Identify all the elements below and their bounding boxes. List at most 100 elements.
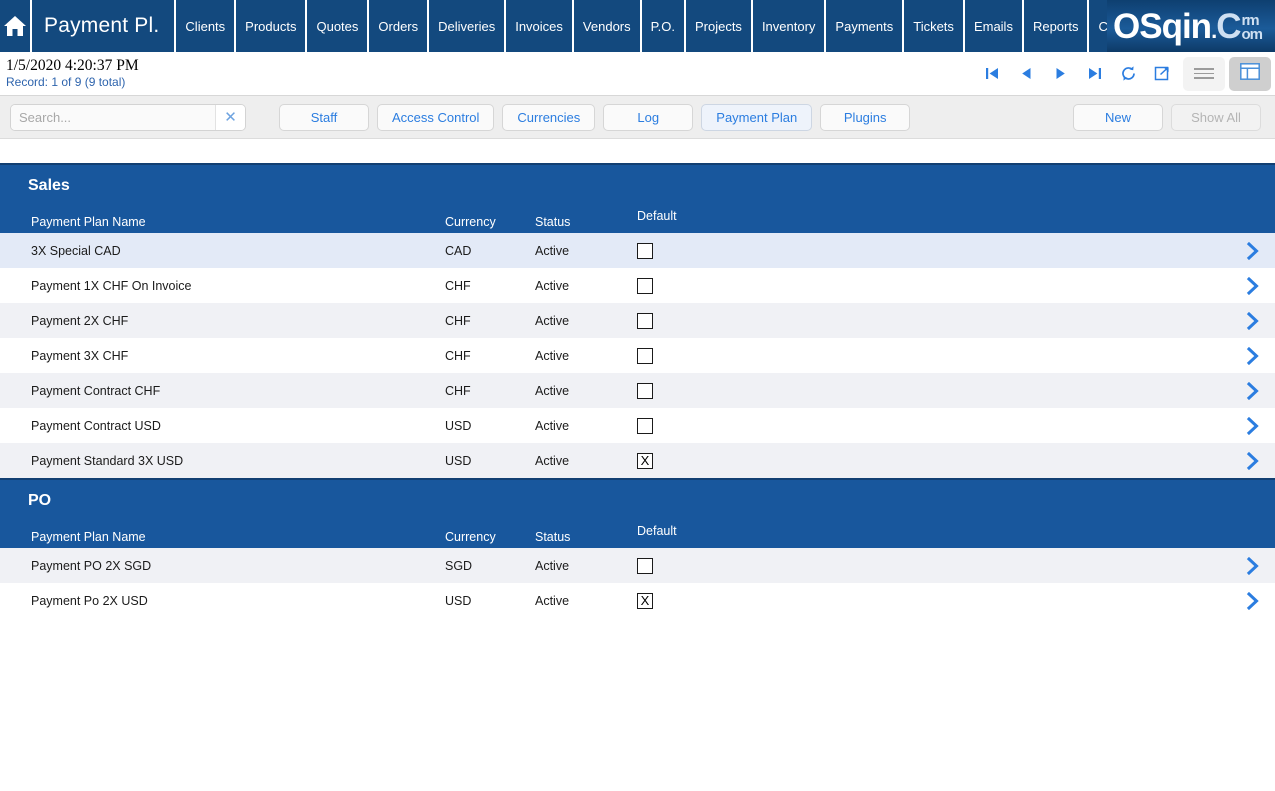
previous-record-icon[interactable] (1009, 57, 1043, 91)
cell-status: Active (535, 558, 570, 573)
last-record-icon[interactable] (1077, 57, 1111, 91)
column-header-name: Payment Plan Name (31, 215, 146, 229)
clear-search-icon[interactable]: ✕ (215, 104, 245, 130)
table-row[interactable]: Payment PO 2X SGD SGD Active (0, 548, 1275, 583)
chevron-right-icon[interactable] (1231, 346, 1275, 365)
cell-currency: CHF (445, 313, 471, 328)
grid-group: Sales Payment Plan Name Currency Status Defa… (0, 163, 1275, 478)
cell-currency: CHF (445, 383, 471, 398)
table-row[interactable]: Payment Contract USD USD Active (0, 408, 1275, 443)
cell-currency: SGD (445, 558, 473, 573)
default-checkbox[interactable] (637, 312, 653, 329)
toolbar-button-staff[interactable]: Staff (279, 103, 369, 131)
default-checkbox[interactable] (637, 347, 653, 364)
logo-part1: OSqin (1113, 6, 1212, 46)
record-navigation (975, 56, 1271, 91)
default-checkbox[interactable] (637, 557, 653, 574)
cell-currency: CHF (445, 278, 471, 293)
open-external-icon[interactable] (1145, 57, 1179, 91)
nav-tab-payments[interactable]: Payments (824, 0, 902, 52)
nav-tab-list: Clients Products Quotes Orders Deliveries Inv… (174, 0, 1228, 52)
group-header: Sales Payment Plan Name Currency Status Defa… (0, 163, 1275, 233)
home-icon (3, 15, 27, 37)
table-row[interactable]: 3X Special CAD CAD Active (0, 233, 1275, 268)
nav-tab-p-o[interactable]: P.O. (639, 0, 684, 52)
search-box[interactable]: ✕ (10, 103, 246, 131)
list-view-icon (1194, 65, 1214, 82)
next-record-icon[interactable] (1043, 57, 1077, 91)
cell-status: Active (535, 418, 570, 433)
table-row[interactable]: Payment Po 2X USD USD Active X (0, 583, 1275, 618)
toolbar-button-log[interactable]: Log (603, 103, 694, 131)
chevron-right-icon[interactable] (1231, 416, 1275, 435)
nav-tab-deliveries[interactable]: Deliveries (427, 0, 504, 52)
table-row[interactable]: Payment 2X CHF CHF Active (0, 303, 1275, 338)
cell-plan-name: Payment Standard 3X USD (31, 453, 184, 468)
logo-text: OSqin.C rm om (1113, 6, 1263, 46)
cell-status: Active (535, 278, 570, 293)
nav-tab-emails[interactable]: Emails (962, 0, 1022, 52)
chevron-right-icon[interactable] (1231, 381, 1275, 400)
default-checkbox[interactable]: X (637, 592, 653, 609)
toolbar-button-new[interactable]: New (1073, 103, 1163, 131)
chevron-right-icon[interactable] (1231, 556, 1275, 575)
column-header-status: Status (535, 530, 571, 544)
group-title: Sales (28, 177, 70, 194)
default-checkbox[interactable] (637, 417, 653, 434)
grid-view-button[interactable] (1229, 56, 1271, 91)
chevron-right-icon[interactable] (1231, 591, 1275, 610)
cell-plan-name: Payment 2X CHF (31, 313, 129, 328)
cell-status: Active (535, 453, 570, 468)
cell-status: Active (535, 243, 570, 258)
table-row[interactable]: Payment Contract CHF CHF Active (0, 373, 1275, 408)
group-list: Sales Payment Plan Name Currency Status Defa… (0, 163, 1275, 618)
default-checkbox[interactable]: X (637, 452, 653, 469)
logo-part2: C (1216, 6, 1241, 46)
toolbar-button-currencies[interactable]: Currencies (502, 103, 596, 131)
nav-tab-orders[interactable]: Orders (367, 0, 427, 52)
cell-status: Active (535, 383, 570, 398)
chevron-right-icon[interactable] (1231, 276, 1275, 295)
default-checkbox[interactable] (637, 382, 653, 399)
first-record-icon[interactable] (975, 57, 1009, 91)
table-row[interactable]: Payment 1X CHF On Invoice CHF Active (0, 268, 1275, 303)
nav-tab-tickets[interactable]: Tickets (902, 0, 963, 52)
nav-tab-inventory[interactable]: Inventory (750, 0, 824, 52)
grid-group: PO Payment Plan Name Currency Status Default… (0, 478, 1275, 618)
column-header-row: Payment Plan Name Currency Status Default (0, 197, 1275, 233)
nav-tab-projects[interactable]: Projects (683, 0, 751, 52)
nav-tab-clients[interactable]: Clients (174, 0, 234, 52)
top-navigation-bar: Payment Pl. Clients Products Quotes Orders D… (0, 0, 1275, 52)
chevron-right-icon[interactable] (1231, 241, 1275, 260)
nav-tab-quotes[interactable]: Quotes (305, 0, 367, 52)
payment-plan-grid: Sales Payment Plan Name Currency Status Defa… (0, 139, 1275, 618)
home-button[interactable] (0, 0, 30, 52)
default-checkbox[interactable] (637, 277, 653, 294)
column-header-status: Status (535, 215, 571, 229)
column-header-currency: Currency (445, 530, 496, 544)
grid-top-spacer (0, 139, 1275, 163)
nav-tab-vendors[interactable]: Vendors (571, 0, 640, 52)
nav-tab-products[interactable]: Products (234, 0, 305, 52)
table-row[interactable]: Payment 3X CHF CHF Active (0, 338, 1275, 373)
toolbar-button-plugins[interactable]: Plugins (820, 103, 911, 131)
toolbar-button-access-control[interactable]: Access Control (377, 103, 495, 131)
default-checkbox[interactable] (637, 242, 653, 259)
toolbar-button-payment-plan[interactable]: Payment Plan (701, 103, 813, 131)
chevron-right-icon[interactable] (1231, 311, 1275, 330)
app-title: Payment Pl. (30, 0, 173, 52)
record-toolbar: 1/5/2020 4:20:37 PM Record: 1 of 9 (9 to… (0, 52, 1275, 96)
column-header-default: Default (637, 524, 677, 538)
cell-currency: USD (445, 418, 472, 433)
search-input[interactable] (11, 104, 215, 130)
cell-plan-name: Payment Contract CHF (31, 383, 161, 398)
table-row[interactable]: Payment Standard 3X USD USD Active X (0, 443, 1275, 478)
chevron-right-icon[interactable] (1231, 451, 1275, 470)
toolbar-right-actions: New Show All (1073, 103, 1265, 131)
list-view-button[interactable] (1183, 56, 1225, 91)
nav-tab-invoices[interactable]: Invoices (504, 0, 572, 52)
section-button-group: Staff Access Control Currencies Log Payment … (254, 103, 911, 131)
refresh-icon[interactable] (1111, 57, 1145, 91)
nav-tab-reports[interactable]: Reports (1021, 0, 1088, 52)
group-header: PO Payment Plan Name Currency Status Default (0, 478, 1275, 548)
